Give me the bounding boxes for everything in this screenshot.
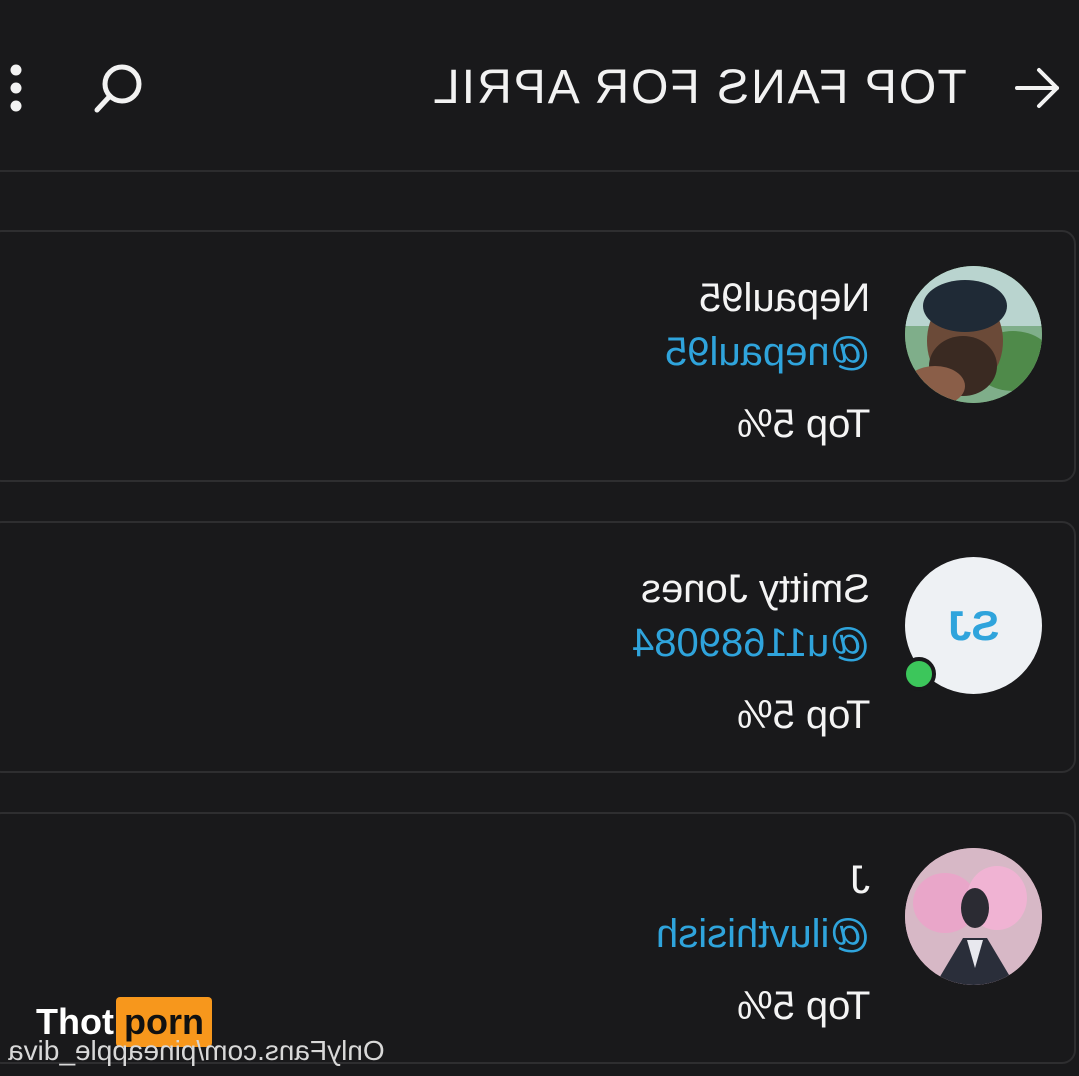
avatar[interactable] <box>905 848 1042 985</box>
avatar-photo <box>905 266 1042 403</box>
page-title: TOP FANS FOR APRIL <box>431 58 967 118</box>
fan-handle-text: @nepaul95 <box>664 330 870 374</box>
more-options-button[interactable] <box>6 62 26 114</box>
fan-rank-text: Top 5% <box>736 402 870 446</box>
watermark-url-text: OnlyFans.com/pineapple_diva <box>8 1035 385 1066</box>
fan-name-text: Nepaul95 <box>698 276 870 320</box>
online-status-dot <box>902 657 936 691</box>
search-icon <box>94 64 142 113</box>
top-fans-screen: TOP FANS FOR APRIL Nepaul95 @nepaul95 To… <box>0 0 1079 1076</box>
avatar-photo <box>905 848 1042 985</box>
back-button[interactable] <box>1011 62 1063 114</box>
fan-handle[interactable]: @u11689084 <box>632 619 870 667</box>
fan-rank: Top 5% <box>737 400 870 448</box>
fan-rank: Top 5% <box>737 982 870 1030</box>
fan-name[interactable]: J <box>850 856 870 904</box>
more-vertical-icon <box>10 64 22 112</box>
fan-rank-text: Top 5% <box>736 984 870 1028</box>
fan-handle-text: @u11689084 <box>632 621 870 665</box>
fan-rank-text: Top 5% <box>736 693 870 737</box>
fan-handle-text: @iluvthisish <box>655 912 870 956</box>
fan-name[interactable]: Smitty Jones <box>641 565 870 613</box>
page-title-text: TOP FANS FOR APRIL <box>431 61 967 114</box>
fan-name[interactable]: Nepaul95 <box>699 274 870 322</box>
header-bar: TOP FANS FOR APRIL <box>0 0 1079 172</box>
fan-handle[interactable]: @iluvthisish <box>656 910 870 958</box>
fan-name-text: Smitty Jones <box>641 567 870 611</box>
fan-name-text: J <box>850 858 870 902</box>
fan-card[interactable]: SJ Smitty Jones @u11689084 Top 5% <box>0 521 1076 773</box>
fan-rank: Top 5% <box>737 691 870 739</box>
watermark-url: OnlyFans.com/pineapple_diva <box>8 1034 385 1068</box>
fan-handle[interactable]: @nepaul95 <box>665 328 870 376</box>
search-button[interactable] <box>90 60 148 118</box>
avatar-initials-text: SJ <box>947 601 1000 649</box>
fan-card[interactable]: Nepaul95 @nepaul95 Top 5% <box>0 230 1076 482</box>
avatar[interactable] <box>905 266 1042 403</box>
arrow-icon <box>1015 68 1059 108</box>
